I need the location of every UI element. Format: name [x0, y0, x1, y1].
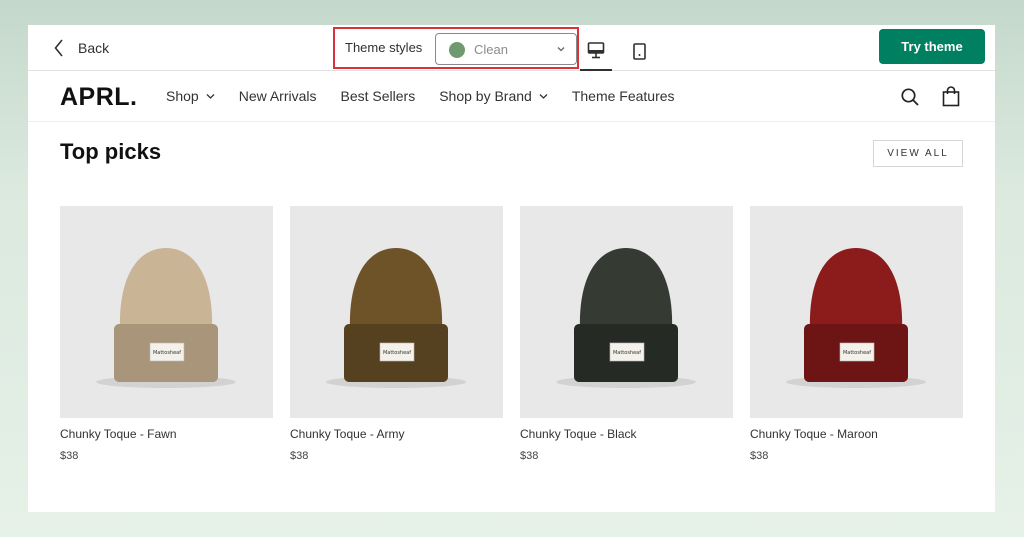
- store-nav: Shop New Arrivals Best Sellers Shop by B…: [166, 88, 699, 104]
- product-card[interactable]: Mattosheaf Chunky Toque - Fawn $38: [60, 206, 273, 462]
- beanie-image: Mattosheaf: [786, 248, 926, 388]
- theme-styles-label: Theme styles: [345, 40, 423, 55]
- theme-color-swatch: [449, 42, 465, 58]
- search-button[interactable]: [900, 87, 920, 112]
- nav-best-sellers[interactable]: Best Sellers: [341, 88, 416, 104]
- search-icon: [901, 88, 919, 106]
- beanie-image: Mattosheaf: [556, 248, 696, 388]
- theme-style-value: Clean: [474, 42, 508, 57]
- product-card[interactable]: Mattosheaf Chunky Toque - Black $38: [520, 206, 733, 462]
- mobile-preview-button[interactable]: [626, 33, 654, 69]
- product-name[interactable]: Chunky Toque - Army: [290, 427, 405, 441]
- view-all-button[interactable]: VIEW ALL: [873, 140, 963, 167]
- chevron-left-icon: [54, 39, 63, 57]
- product-name[interactable]: Chunky Toque - Maroon: [750, 427, 878, 441]
- product-price: $38: [290, 450, 309, 462]
- product-name[interactable]: Chunky Toque - Black: [520, 427, 637, 441]
- beanie-image: Mattosheaf: [96, 248, 236, 388]
- chevron-down-icon: [206, 93, 215, 99]
- product-image: Mattosheaf: [520, 206, 733, 418]
- nav-label: Best Sellers: [340, 88, 416, 104]
- nav-shop-by-brand[interactable]: Shop by Brand: [439, 88, 548, 104]
- product-price: $38: [520, 450, 539, 462]
- product-price: $38: [750, 450, 769, 462]
- product-card[interactable]: Mattosheaf Chunky Toque - Army $38: [290, 206, 503, 462]
- nav-label: Shop by Brand: [439, 88, 532, 104]
- product-price: $38: [60, 450, 79, 462]
- mobile-icon: [633, 43, 646, 60]
- desktop-icon: [587, 42, 605, 59]
- beanie-tag-text: Mattosheaf: [613, 350, 641, 356]
- product-card[interactable]: Mattosheaf Chunky Toque - Maroon $38: [750, 206, 963, 462]
- product-image: Mattosheaf: [290, 206, 503, 418]
- store-header: APRL. Shop New Arrivals Best Sellers Sho…: [28, 72, 995, 122]
- nav-new-arrivals[interactable]: New Arrivals: [239, 88, 317, 104]
- desktop-preview-button[interactable]: [580, 33, 612, 71]
- section-title: Top picks: [60, 139, 162, 164]
- cart-button[interactable]: [942, 86, 960, 112]
- shopping-bag-icon: [942, 86, 960, 107]
- product-image: Mattosheaf: [750, 206, 963, 418]
- nav-shop[interactable]: Shop: [166, 88, 215, 104]
- nav-label: Shop: [166, 88, 199, 104]
- nav-label: New Arrivals: [238, 88, 317, 104]
- beanie-image: Mattosheaf: [326, 248, 466, 388]
- preview-frame: Back Theme styles Clean Try theme APRL. …: [28, 25, 995, 512]
- beanie-tag-text: Mattosheaf: [153, 350, 181, 356]
- back-label: Back: [78, 40, 110, 56]
- try-theme-button[interactable]: Try theme: [879, 29, 985, 64]
- chevron-down-icon: [557, 47, 565, 52]
- editor-top-bar: Back Theme styles Clean Try theme: [28, 25, 995, 71]
- store-logo[interactable]: APRL.: [60, 83, 138, 112]
- theme-style-select[interactable]: Clean: [435, 33, 577, 65]
- chevron-down-icon: [539, 93, 548, 99]
- theme-styles-group: Theme styles Clean: [333, 27, 579, 69]
- product-image: Mattosheaf: [60, 206, 273, 418]
- nav-label: Theme Features: [571, 88, 675, 104]
- beanie-tag-text: Mattosheaf: [843, 350, 871, 356]
- product-name[interactable]: Chunky Toque - Fawn: [60, 427, 177, 441]
- nav-theme-features[interactable]: Theme Features: [572, 88, 675, 104]
- back-button[interactable]: Back: [54, 38, 109, 58]
- beanie-tag-text: Mattosheaf: [383, 350, 411, 356]
